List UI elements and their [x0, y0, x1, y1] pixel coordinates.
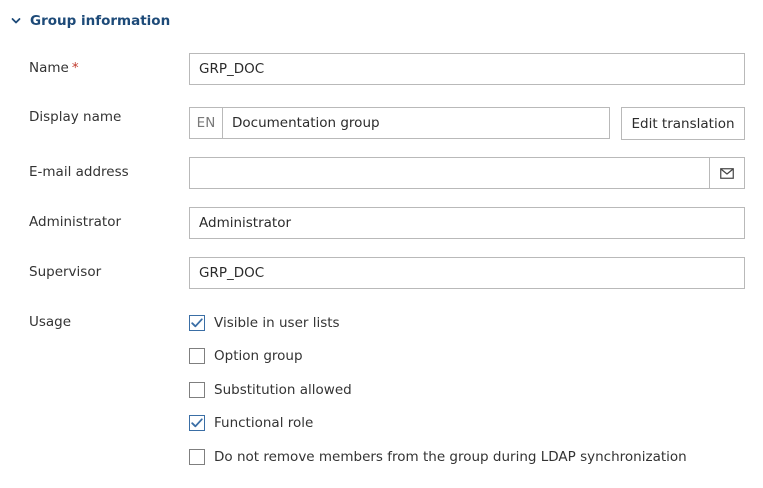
checkbox[interactable]	[189, 415, 205, 431]
supervisor-input[interactable]	[190, 258, 744, 288]
section-title: Group information	[30, 13, 171, 29]
checkbox-label: Option group	[214, 348, 303, 364]
checkbox[interactable]	[189, 449, 205, 465]
checkbox[interactable]	[189, 382, 205, 398]
checkbox-label: Do not remove members from the group dur…	[214, 449, 687, 465]
administrator-label: Administrator	[29, 214, 122, 230]
chevron-down-icon	[10, 15, 22, 27]
envelope-icon[interactable]	[709, 158, 744, 188]
display-name-input[interactable]	[223, 108, 609, 138]
checkbox[interactable]	[189, 315, 205, 331]
email-input[interactable]	[190, 158, 709, 188]
supervisor-label: Supervisor	[29, 264, 102, 280]
checkbox[interactable]	[189, 348, 205, 364]
display-name-label: Display name	[29, 109, 122, 125]
email-field[interactable]	[189, 157, 745, 189]
checkbox-label: Substitution allowed	[214, 382, 352, 398]
checkbox-label: Functional role	[214, 415, 314, 431]
required-mark: *	[71, 60, 79, 76]
name-label: Name *	[29, 60, 79, 76]
display-name-field[interactable]: EN	[189, 107, 610, 139]
name-field[interactable]	[189, 53, 745, 85]
usage-label: Usage	[29, 314, 72, 330]
option-substitution-allowed[interactable]: Substitution allowed	[189, 380, 352, 400]
name-label-text: Name	[29, 60, 69, 76]
option-visible-in-user-lists[interactable]: Visible in user lists	[189, 313, 340, 333]
option-functional-role[interactable]: Functional role	[189, 413, 313, 433]
option-ldap-keep-members[interactable]: Do not remove members from the group dur…	[189, 447, 687, 467]
administrator-field[interactable]	[189, 207, 745, 239]
administrator-input[interactable]	[190, 208, 744, 238]
edit-translation-button[interactable]: Edit translation	[621, 107, 745, 140]
supervisor-field[interactable]	[189, 257, 745, 289]
checkbox-label: Visible in user lists	[214, 315, 340, 331]
language-tag: EN	[190, 108, 223, 138]
name-input[interactable]	[190, 54, 744, 84]
option-option-group[interactable]: Option group	[189, 346, 303, 366]
section-header-group-information[interactable]: Group information	[10, 10, 170, 32]
email-label: E-mail address	[29, 164, 129, 180]
